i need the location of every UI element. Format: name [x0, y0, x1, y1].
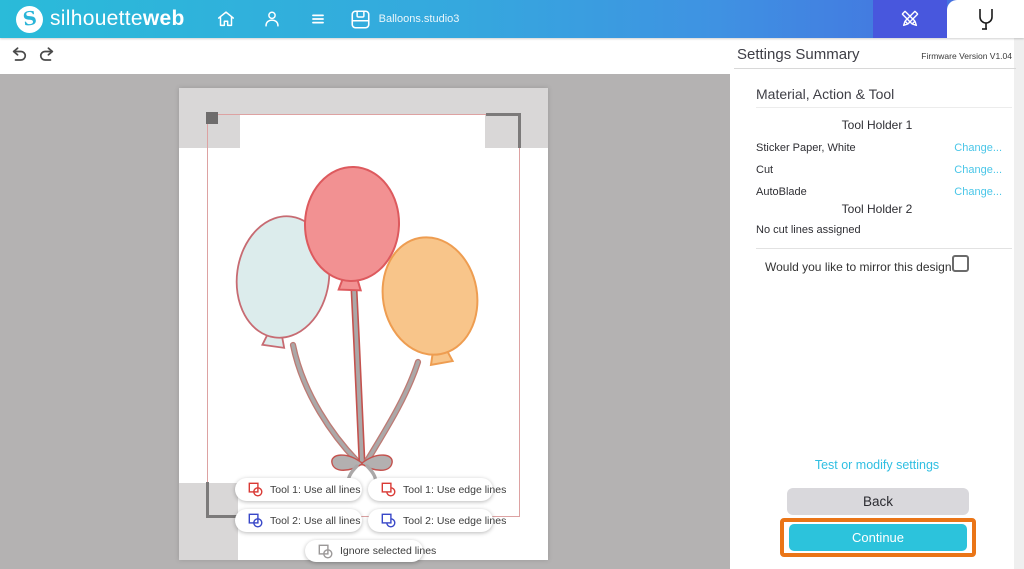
design-tools-icon: [901, 10, 919, 27]
test-modify-settings-link[interactable]: Test or modify settings: [730, 458, 1024, 472]
change-material-link[interactable]: Change...: [954, 142, 1002, 154]
tool-button-label: Tool 1: Use edge lines: [403, 483, 507, 496]
brand-regular: silhouette: [50, 7, 143, 30]
tool-button-label: Tool 2: Use edge lines: [403, 514, 507, 527]
ignore-selected-lines-button[interactable]: Ignore selected lines: [305, 540, 436, 562]
divider: [756, 248, 1012, 249]
mirror-question: Would you like to mirror this design?: [765, 260, 959, 274]
tool-holder-2-status: No cut lines assigned: [756, 224, 861, 236]
continue-button[interactable]: Continue: [789, 524, 967, 551]
tool-holder-2-title: Tool Holder 2: [841, 202, 913, 216]
mirror-checkbox[interactable]: [952, 255, 969, 272]
panel-title: Settings Summary: [737, 46, 860, 63]
redo-icon[interactable]: [37, 45, 57, 65]
ignore-lines-icon: [318, 544, 333, 559]
tool2-use-all-lines-button[interactable]: Tool 2: Use all lines: [235, 509, 362, 532]
tool-holder-1-title: Tool Holder 1: [841, 118, 913, 132]
brand-bold: web: [142, 7, 185, 30]
tool-button-label: Tool 1: Use all lines: [270, 483, 361, 496]
registration-mark-bottom-left: [206, 482, 209, 517]
edit-toolbar: [0, 38, 730, 74]
divider: [734, 68, 1016, 69]
material-value: Sticker Paper, White: [756, 142, 856, 154]
top-bar: S silhouetteweb Balloons.studio3: [0, 0, 1024, 38]
tool-button-label: Tool 2: Use all lines: [270, 514, 361, 527]
tab-design[interactable]: [873, 0, 947, 38]
settings-summary-panel: Settings Summary Firmware Version V1.04 …: [730, 38, 1024, 569]
edge-lines-icon: [381, 482, 396, 497]
registration-mark-top-right: [486, 113, 521, 116]
divider: [756, 107, 1012, 108]
back-button[interactable]: Back: [787, 488, 969, 515]
tool1-use-edge-lines-button[interactable]: Tool 1: Use edge lines: [368, 478, 506, 501]
change-action-link[interactable]: Change...: [954, 164, 1002, 176]
brand-title: silhouetteweb: [50, 7, 185, 31]
tool-value: AutoBlade: [756, 186, 807, 198]
file-tab[interactable]: Balloons.studio3: [351, 9, 460, 29]
tab-send[interactable]: [947, 0, 1024, 38]
silhouette-logo-icon: S: [16, 5, 43, 33]
menu-icon[interactable]: [307, 8, 329, 30]
registration-mark-top-right: [518, 113, 521, 148]
all-lines-icon: [248, 482, 263, 497]
design-canvas[interactable]: Tool 1: Use all lines Tool 1: Use edge l…: [0, 74, 730, 569]
send-blade-icon: [978, 9, 993, 30]
edge-lines-icon: [381, 513, 396, 528]
firmware-version: Firmware Version V1.04: [921, 51, 1012, 61]
save-file-icon: [351, 9, 370, 29]
action-value: Cut: [756, 164, 774, 176]
undo-icon[interactable]: [9, 45, 29, 65]
silhouette-web-app: S silhouetteweb Balloons.studio3 Tool 1:…: [0, 0, 1024, 569]
file-name: Balloons.studio3: [378, 13, 460, 25]
tool1-use-all-lines-button[interactable]: Tool 1: Use all lines: [235, 478, 362, 501]
account-icon[interactable]: [261, 8, 283, 30]
all-lines-icon: [248, 513, 263, 528]
section-title: Material, Action & Tool: [756, 86, 895, 102]
change-tool-link[interactable]: Change...: [954, 186, 1002, 198]
home-icon[interactable]: [215, 8, 237, 30]
registration-mark-square: [206, 112, 218, 124]
cut-border: [207, 114, 520, 517]
tool-button-label: Ignore selected lines: [340, 545, 437, 557]
tool2-use-edge-lines-button[interactable]: Tool 2: Use edge lines: [368, 509, 506, 532]
brand-logo[interactable]: S silhouetteweb: [16, 5, 185, 33]
